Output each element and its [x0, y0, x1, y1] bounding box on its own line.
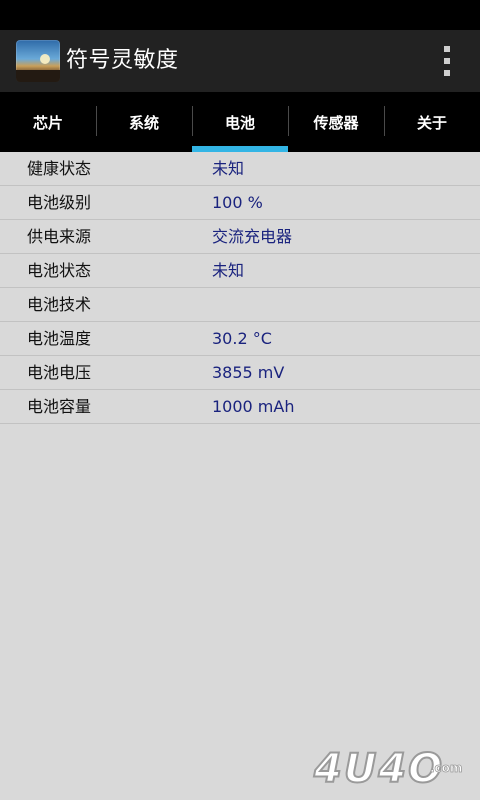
menu-dot	[444, 58, 450, 64]
tab-label: 关于	[416, 113, 447, 132]
tab-bar: 芯片 系统 电池 传感器 关于	[0, 92, 480, 152]
action-bar: 符号灵敏度	[0, 30, 480, 92]
battery-info-list: 健康状态 未知 电池级别 100 % 供电来源 交流充电器 电池状态 未知 电池…	[0, 152, 480, 424]
row-label: 电池电压	[27, 363, 92, 382]
tab-label: 电池	[224, 113, 255, 132]
row-label: 电池技术	[27, 295, 92, 314]
row-label: 电池温度	[27, 329, 92, 348]
watermark-logo: 4U4O .com	[312, 745, 463, 792]
tab-chip[interactable]: 芯片	[0, 92, 96, 152]
battery-row-status: 电池状态 未知	[0, 254, 480, 288]
tab-about[interactable]: 关于	[384, 92, 480, 152]
row-label: 电池状态	[27, 261, 92, 280]
battery-row-temperature: 电池温度 30.2 °C	[0, 322, 480, 356]
status-bar	[0, 0, 480, 30]
app-title: 符号灵敏度	[66, 48, 179, 73]
row-value: 30.2 °C	[212, 329, 272, 348]
tab-label: 传感器	[313, 113, 359, 132]
tab-battery[interactable]: 电池	[192, 92, 288, 152]
battery-row-power-source: 供电来源 交流充电器	[0, 220, 480, 254]
row-value: 交流充电器	[212, 227, 293, 246]
row-value: 未知	[212, 261, 245, 280]
row-label: 健康状态	[27, 159, 92, 178]
tab-system[interactable]: 系统	[96, 92, 192, 152]
battery-row-technology: 电池技术	[0, 288, 480, 322]
battery-row-capacity: 电池容量 1000 mAh	[0, 390, 480, 424]
app-landscape-icon[interactable]	[16, 40, 60, 82]
row-value: 未知	[212, 159, 245, 178]
battery-row-voltage: 电池电压 3855 mV	[0, 356, 480, 390]
menu-dot	[444, 70, 450, 76]
tab-label: 系统	[128, 113, 159, 132]
watermark-suffix: .com	[430, 761, 462, 775]
menu-dot	[444, 46, 450, 52]
ground-shape	[16, 70, 60, 82]
overflow-menu-icon[interactable]	[440, 46, 454, 76]
row-value: 100 %	[212, 193, 263, 212]
row-label: 供电来源	[27, 227, 92, 246]
row-value: 1000 mAh	[212, 397, 295, 416]
tab-sensor[interactable]: 传感器	[288, 92, 384, 152]
tab-label: 芯片	[32, 113, 63, 132]
row-value: 3855 mV	[212, 363, 285, 382]
battery-row-health: 健康状态 未知	[0, 152, 480, 186]
sun-shape	[40, 54, 50, 64]
battery-row-level: 电池级别 100 %	[0, 186, 480, 220]
row-label: 电池级别	[27, 193, 92, 212]
row-label: 电池容量	[27, 397, 92, 416]
watermark-text: 4U4O	[313, 746, 444, 792]
